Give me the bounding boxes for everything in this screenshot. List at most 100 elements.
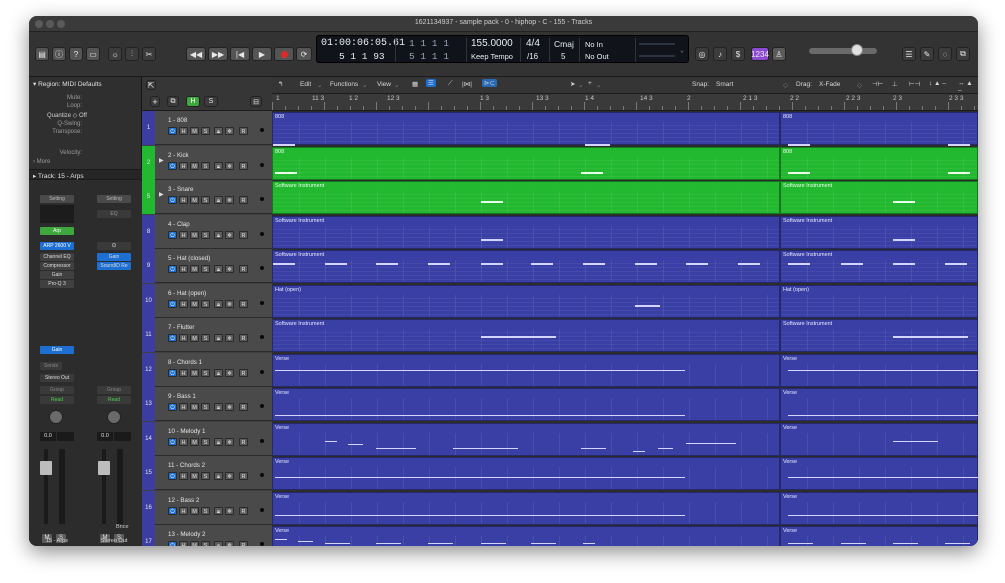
editors-icon[interactable]: ✂ (142, 47, 156, 61)
track-name[interactable]: 11 - Chords 2 (168, 462, 205, 469)
midi-region[interactable]: Verse (780, 457, 978, 490)
freeze-icon[interactable]: ❄ (225, 299, 234, 308)
midi-note[interactable] (841, 263, 863, 266)
lock-icon[interactable]: 🔒︎ (214, 230, 223, 239)
group-slot-left[interactable]: Group (40, 386, 74, 394)
mute-button[interactable]: M (190, 437, 199, 446)
midi-note[interactable] (428, 263, 450, 266)
midi-note[interactable] (658, 447, 673, 449)
power-icon[interactable]: ⏻ (168, 437, 177, 446)
hide-button[interactable]: H (179, 127, 188, 135)
plugin-pro-q3[interactable]: Pro-Q 3 (40, 280, 74, 288)
track-header-row[interactable]: 12 8 - Chords 1 ⏻ H M S 🔒︎ ❄ R (142, 352, 272, 387)
midi-note[interactable] (948, 171, 970, 174)
tuner-icon[interactable]: ♪ (713, 47, 727, 61)
toolbar-button[interactable]: ▭ (86, 47, 100, 61)
lock-icon[interactable]: 🔒︎ (214, 299, 223, 308)
midi-note[interactable] (428, 543, 453, 545)
midi-note[interactable] (275, 415, 685, 417)
track-header[interactable]: ▸ Track: 15 - Arps (29, 169, 142, 180)
record-enable-button[interactable]: R (239, 299, 248, 308)
power-icon[interactable]: ⏻ (168, 506, 177, 515)
group-slot-right[interactable]: Group (97, 386, 131, 394)
duplicate-track-icon[interactable]: ⧉ (167, 96, 179, 107)
automation-read-left[interactable]: Read (40, 396, 74, 404)
disclosure-triangle-icon[interactable]: ▶ (159, 157, 164, 164)
midi-note[interactable] (893, 263, 915, 266)
midi-region[interactable]: 808 (780, 146, 978, 180)
instrument-slot[interactable]: ARP 2600 V (40, 242, 74, 250)
midi-region[interactable]: Software Instrument (780, 215, 978, 249)
record-enable-button[interactable]: R (239, 161, 248, 170)
pan-knob-right[interactable] (107, 410, 121, 424)
vertical-zoom-icon[interactable]: ⊥ (892, 80, 898, 88)
browser-icon[interactable]: ⧉ (956, 47, 970, 61)
midi-note[interactable] (531, 543, 556, 545)
midi-note[interactable] (348, 444, 363, 446)
track-header-row[interactable]: 11 7 - Flutter ⏻ H M S 🔒︎ ❄ R (142, 318, 272, 352)
midi-note[interactable] (453, 447, 518, 449)
track-name[interactable]: 4 - Clap (168, 221, 190, 228)
record-enable-button[interactable]: R (239, 230, 248, 239)
midi-note[interactable] (275, 539, 287, 541)
power-icon[interactable]: ⏻ (168, 403, 177, 411)
power-icon[interactable]: ⏻ (168, 161, 177, 170)
track-header-row[interactable]: 8 4 - Clap ⏻ H M S 🔒︎ ❄ R (142, 214, 272, 249)
midi-note[interactable] (531, 263, 553, 266)
lock-icon[interactable]: 🔒︎ (214, 472, 223, 480)
mute-button[interactable]: M (190, 403, 199, 411)
solo-button[interactable]: S (201, 368, 210, 377)
solo-button[interactable]: S (201, 403, 210, 411)
track-header-row[interactable]: 13 9 - Bass 1 ⏻ H M S 🔒︎ ❄ R (142, 387, 272, 421)
bar-ruler[interactable]: 1 11 3 1 2 12 3 1 3 13 3 1 4 14 3 2 2 1 3 2 2 2 2 3… (272, 94, 978, 111)
midi-note[interactable] (635, 304, 660, 307)
midi-note[interactable] (583, 543, 595, 545)
freeze-icon[interactable]: ❄ (225, 230, 234, 239)
hide-button[interactable]: H (179, 334, 188, 342)
pointer-tool-icon[interactable]: ➤ (570, 80, 575, 88)
hide-button[interactable]: H (179, 161, 188, 170)
solo-mode-icon[interactable]: $ (731, 47, 745, 61)
lock-icon[interactable]: 🔒︎ (214, 334, 223, 342)
sends-slot[interactable]: Sends (40, 362, 62, 370)
freeze-icon[interactable]: ❄ (225, 161, 234, 170)
midi-note[interactable] (738, 263, 760, 266)
midi-note[interactable] (788, 543, 813, 545)
midi-note[interactable] (581, 447, 606, 449)
midi-region[interactable]: Verse (272, 422, 780, 456)
freeze-icon[interactable]: ❄ (225, 368, 234, 377)
lock-icon[interactable]: 🔒︎ (214, 265, 223, 273)
midi-region[interactable]: Hat (open) (272, 284, 780, 318)
marquee-tool-icon[interactable]: + (588, 80, 592, 87)
master-volume-slider[interactable] (809, 48, 877, 54)
lock-icon[interactable]: 🔒︎ (214, 161, 223, 170)
plugin-gain[interactable]: Gain (40, 271, 74, 279)
record-button[interactable] (274, 47, 294, 61)
record-enable-button[interactable]: R (239, 334, 248, 342)
add-track-button[interactable]: + (150, 96, 160, 107)
solo-button[interactable]: S (201, 265, 210, 273)
go-to-start-button[interactable]: |◀ (230, 47, 250, 61)
track-name[interactable]: 7 - Flutter (168, 324, 194, 331)
library-button[interactable]: ▤ (35, 47, 49, 61)
play-button[interactable]: ▶ (252, 47, 272, 61)
midi-region[interactable]: Software Instrument (272, 181, 780, 214)
power-icon[interactable]: ⏻ (168, 265, 177, 273)
show-tool-icon[interactable]: ⇱ (146, 80, 156, 90)
midi-region[interactable]: Hat (open) (780, 284, 978, 318)
hide-button[interactable]: H (179, 265, 188, 273)
track-header-row[interactable]: 1 1 - 808 ⏻ H M S 🔒︎ ❄ R (142, 111, 272, 145)
notepad-icon[interactable]: ✎ (920, 47, 934, 61)
power-icon[interactable]: ⏻ (168, 230, 177, 239)
mute-button[interactable]: M (190, 541, 199, 546)
freeze-icon[interactable]: ❄ (225, 437, 234, 446)
solo-button[interactable]: S (201, 161, 210, 170)
arp-midi-fx[interactable]: Arp (40, 227, 74, 235)
midi-note[interactable] (788, 514, 978, 516)
global-solo-button[interactable]: S (204, 96, 218, 107)
midi-note[interactable] (325, 263, 347, 266)
record-enable-button[interactable]: R (239, 265, 248, 273)
midi-note[interactable] (945, 263, 967, 266)
midi-note[interactable] (481, 335, 556, 338)
midi-note[interactable] (686, 263, 708, 266)
